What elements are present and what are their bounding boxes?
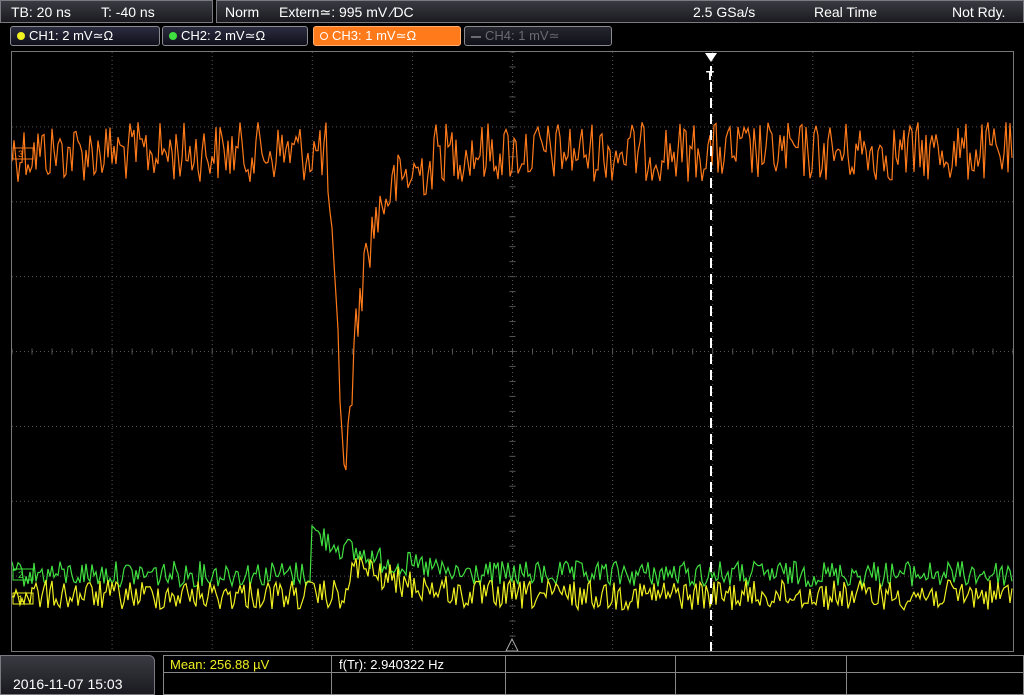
timebase-panel[interactable]: TB: 20 ns T: -40 ns [0, 0, 213, 23]
ch1-marker-text: 1 [18, 594, 23, 604]
graticule [12, 52, 1013, 651]
status-label: Not Rdy. [952, 4, 1006, 20]
status-bar: TB: 20 ns T: -40 ns Norm Extern≃: 995 mV… [0, 0, 1024, 24]
meas-col-divider [331, 656, 332, 694]
ch2-indicator-icon [169, 31, 177, 40]
trigger-source-label: Extern≃: 995 mV ∕DC [279, 4, 414, 20]
ch1-button[interactable]: CH1: 2 mV≃Ω [10, 26, 160, 46]
trigger-arrow-icon [705, 53, 717, 62]
ch1-label: CH1: 2 mV≃Ω [29, 28, 114, 43]
trigger-mode-label: Norm [225, 4, 260, 20]
ch3-marker-text: 3 [18, 149, 23, 159]
ch2-button[interactable]: CH2: 2 mV≃Ω [162, 26, 308, 46]
footer: 2016-11-07 15:03 Mean: 256.88 µV f(Tr): … [0, 655, 1024, 695]
meas-row-divider [164, 672, 1023, 673]
channel-bar: CH1: 2 mV≃Ω CH2: 2 mV≃Ω CH3: 1 mV≃Ω CH4:… [0, 26, 1024, 48]
meas-col-divider [846, 656, 847, 694]
ch1-indicator-icon [17, 31, 25, 40]
trigger-panel[interactable]: Norm Extern≃: 995 mV ∕DC 2.5 GSa/s Real … [216, 0, 1024, 23]
ch2-marker-text: 2 [18, 570, 23, 580]
datetime-label: 2016-11-07 15:03 [13, 676, 123, 692]
ch4-label: CH4: 1 mV≃ [485, 28, 560, 43]
acquisition-mode-label: Real Time [814, 4, 878, 20]
trigger-position-label: T: -40 ns [101, 4, 155, 20]
mean-measurement: Mean: 256.88 µV [170, 657, 270, 672]
ch4-button[interactable]: CH4: 1 mV≃ [464, 26, 612, 46]
ch3-button[interactable]: CH3: 1 mV≃Ω [313, 26, 461, 46]
ch2-label: CH2: 2 mV≃Ω [181, 28, 266, 43]
frequency-measurement: f(Tr): 2.940322 Hz [339, 657, 445, 672]
trigger-marker-text: T [706, 68, 714, 83]
measurement-table[interactable]: Mean: 256.88 µV f(Tr): 2.940322 Hz [163, 655, 1024, 695]
meas-col-divider [675, 656, 676, 694]
sample-rate-label: 2.5 GSa/s [693, 4, 756, 20]
waveform-svg: 3 2 1 T [12, 52, 1013, 651]
channel-markers: 3 2 1 [12, 147, 34, 605]
waveform-display[interactable]: 3 2 1 T [11, 51, 1014, 652]
timebase-label: TB: 20 ns [11, 4, 71, 20]
ch3-label: CH3: 1 mV≃Ω [332, 28, 417, 43]
ch3-indicator-icon [320, 31, 328, 40]
meas-col-divider [505, 656, 506, 694]
ch4-indicator-icon [471, 35, 481, 38]
datetime-panel: 2016-11-07 15:03 [0, 655, 155, 695]
